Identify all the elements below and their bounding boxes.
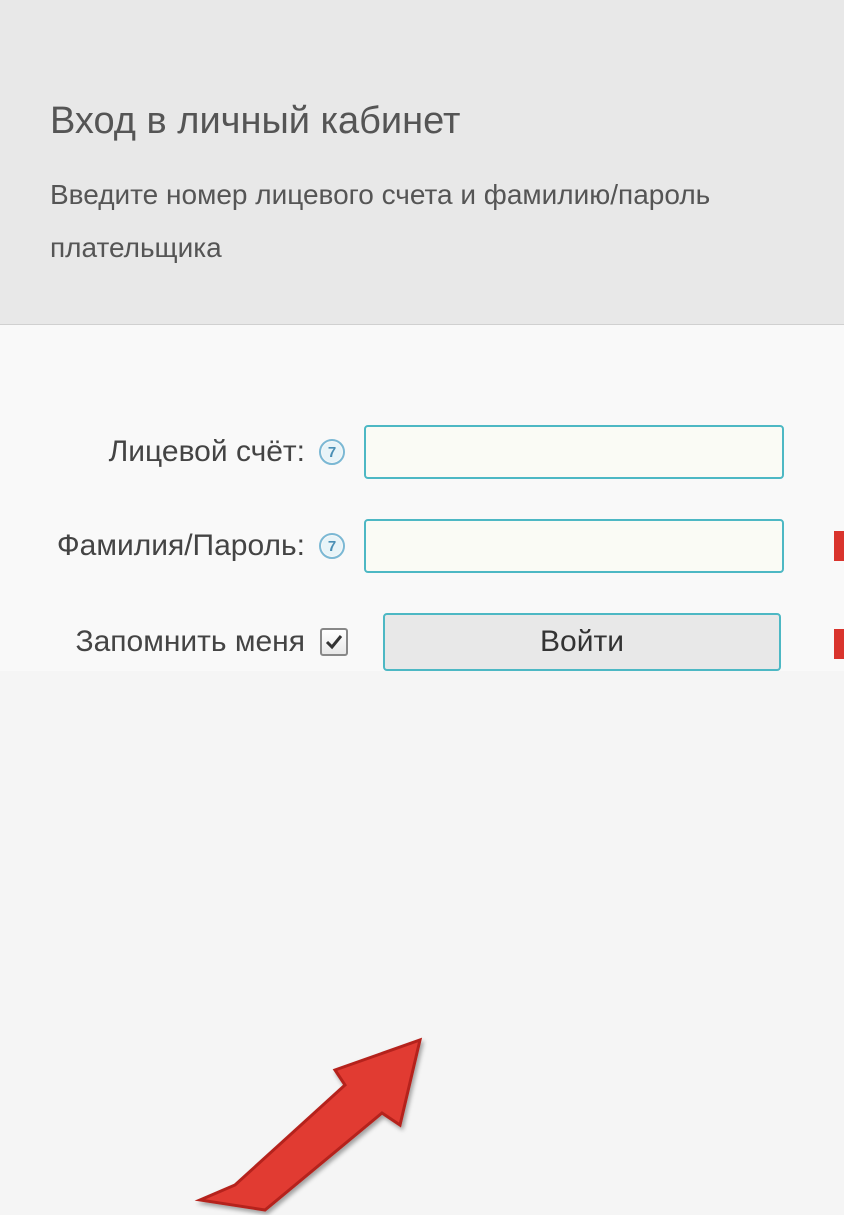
remember-label: Запомнить меня <box>0 625 310 659</box>
login-button[interactable]: Войти <box>383 613 781 671</box>
arrow-annotation-icon <box>190 1025 450 1215</box>
account-input[interactable] <box>364 425 784 479</box>
help-icon[interactable]: 7 <box>318 532 346 560</box>
password-input[interactable] <box>364 519 784 573</box>
page-subtitle: Введите номер лицевого счета и фамилию/п… <box>50 168 794 274</box>
password-label: Фамилия/Пароль: <box>0 529 310 563</box>
remember-row: Запомнить меня Войти <box>0 613 844 671</box>
header-section: Вход в личный кабинет Введите номер лице… <box>0 0 844 325</box>
password-row: Фамилия/Пароль: 7 <box>0 519 844 573</box>
edge-marker-icon <box>834 531 844 561</box>
remember-checkbox[interactable] <box>320 628 348 656</box>
help-icon[interactable]: 7 <box>318 438 346 466</box>
account-label: Лицевой счёт: <box>0 435 310 469</box>
edge-marker-icon <box>834 629 844 659</box>
account-row: Лицевой счёт: 7 <box>0 425 844 479</box>
login-form: Лицевой счёт: 7 Фамилия/Пароль: 7 Запомн… <box>0 325 844 671</box>
svg-text:7: 7 <box>328 538 336 555</box>
svg-text:7: 7 <box>328 444 336 461</box>
page-title: Вход в личный кабинет <box>50 100 794 143</box>
